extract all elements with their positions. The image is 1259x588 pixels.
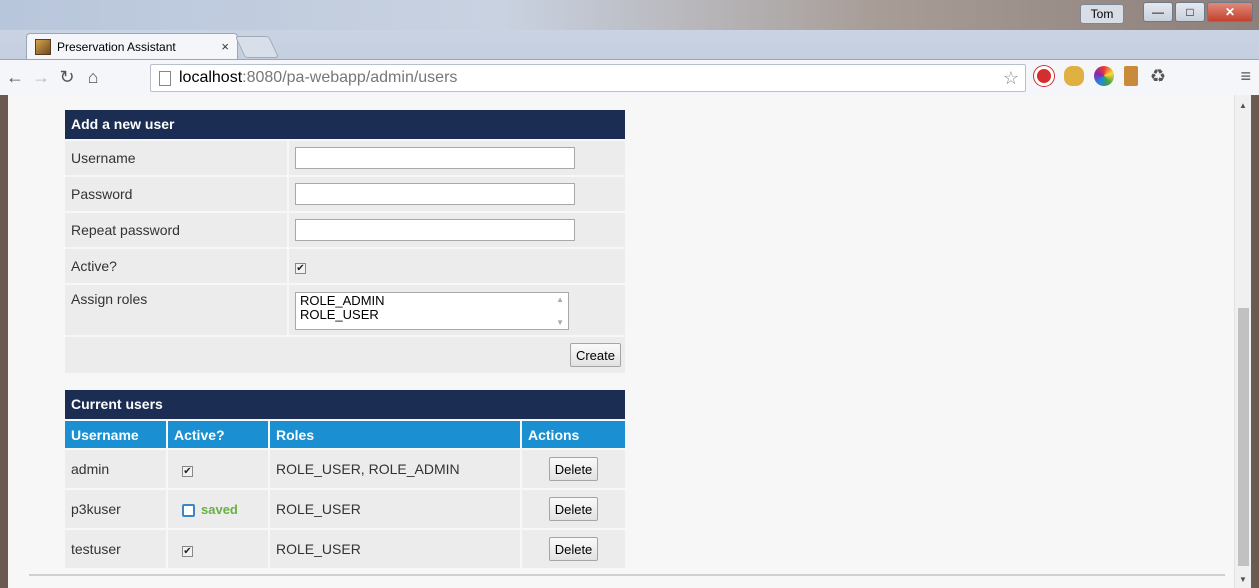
delete-button[interactable]: Delete [548, 497, 599, 521]
username-cell: p3kuser [65, 490, 166, 528]
column-header: Roles [270, 421, 520, 448]
url-text: localhost:8080/pa-webapp/admin/users [179, 69, 458, 86]
scroll-thumb[interactable] [1238, 308, 1249, 566]
column-header: Actions [522, 421, 625, 448]
repeat-password-label: Repeat password [65, 213, 287, 247]
reload-icon[interactable]: ↻ [56, 67, 78, 89]
current-users-title: Current users [65, 390, 625, 419]
roles-cell: ROLE_USER, ROLE_ADMIN [270, 450, 520, 488]
page-viewport: Add a new user Username Password Repeat … [8, 95, 1251, 588]
add-user-panel: Add a new user Username Password Repeat … [65, 110, 625, 375]
extension-cookie-icon[interactable] [1064, 66, 1084, 86]
roles-select[interactable]: ROLE_ADMIN ROLE_USER ▲ ▼ [295, 292, 569, 330]
add-user-title: Add a new user [65, 110, 625, 139]
active-checkbox[interactable]: ✔ [182, 546, 193, 557]
saved-status: saved [201, 502, 238, 517]
active-checkbox[interactable]: ✔ [295, 263, 306, 274]
page-icon [159, 70, 171, 86]
scroll-down-icon[interactable]: ▼ [556, 318, 564, 327]
scroll-up-icon[interactable]: ▲ [1239, 101, 1247, 110]
roles-cell: ROLE_USER [270, 490, 520, 528]
forward-icon[interactable]: → [30, 67, 52, 89]
assign-roles-label: Assign roles [65, 285, 287, 335]
extensions: ♻ [1034, 66, 1168, 86]
close-window-button[interactable]: ✕ [1207, 2, 1253, 22]
bookmark-star-icon[interactable]: ☆ [1003, 68, 1019, 89]
home-icon[interactable]: ⌂ [82, 67, 104, 89]
scroll-down-icon[interactable]: ▼ [1239, 575, 1247, 584]
extension-bookmark-icon[interactable] [1124, 66, 1138, 86]
minimize-button[interactable]: — [1143, 2, 1173, 22]
new-tab-button[interactable] [234, 36, 280, 58]
repeat-password-field[interactable] [295, 219, 575, 241]
maximize-button[interactable]: □ [1175, 2, 1205, 22]
browser-tab[interactable]: Preservation Assistant × [26, 33, 238, 59]
divider [29, 574, 1225, 576]
password-field[interactable] [295, 183, 575, 205]
current-users-panel: Current users Username Active? Roles Act… [65, 390, 625, 570]
favicon-icon [35, 38, 51, 55]
scrollbar[interactable]: ▲ ▼ [1234, 95, 1251, 588]
create-button[interactable]: Create [569, 343, 621, 367]
address-bar[interactable]: localhost:8080/pa-webapp/admin/users ☆ [150, 64, 1026, 92]
window-controls: — □ ✕ [1143, 2, 1253, 22]
delete-button[interactable]: Delete [548, 457, 599, 481]
users-table: Username Active? Roles Actions admin ✔ R… [63, 419, 627, 570]
active-label: Active? [65, 249, 287, 283]
browser-toolbar: ← → ↻ ⌂ localhost:8080/pa-webapp/admin/u… [0, 59, 1259, 95]
column-header: Username [65, 421, 166, 448]
browser-chrome: Tom — □ ✕ Preservation Assistant × ← → ↻… [0, 0, 1259, 95]
tab-title: Preservation Assistant [57, 39, 176, 54]
add-user-form: Username Password Repeat password Active… [63, 139, 627, 375]
table-row: testuser ✔ ROLE_USER Delete [65, 530, 625, 568]
column-header: Active? [168, 421, 268, 448]
table-row: p3kuser saved ROLE_USER Delete [65, 490, 625, 528]
title-bar [0, 0, 1259, 30]
active-checkbox[interactable]: ✔ [182, 466, 193, 477]
username-label: Username [65, 141, 287, 175]
adblock-icon[interactable] [1034, 66, 1054, 86]
scroll-up-icon[interactable]: ▲ [556, 295, 564, 304]
username-field[interactable] [295, 147, 575, 169]
roles-cell: ROLE_USER [270, 530, 520, 568]
profile-button[interactable]: Tom [1080, 4, 1124, 24]
password-label: Password [65, 177, 287, 211]
recycle-icon[interactable]: ♻ [1148, 66, 1168, 86]
tab-close-icon[interactable]: × [221, 39, 229, 54]
username-cell: admin [65, 450, 166, 488]
active-checkbox[interactable] [182, 503, 195, 517]
table-row: admin ✔ ROLE_USER, ROLE_ADMIN Delete [65, 450, 625, 488]
role-option[interactable]: ROLE_ADMIN [300, 294, 564, 308]
role-option[interactable]: ROLE_USER [300, 308, 564, 322]
delete-button[interactable]: Delete [548, 537, 599, 561]
back-icon[interactable]: ← [4, 67, 26, 89]
menu-icon[interactable]: ≡ [1240, 66, 1251, 87]
color-picker-icon[interactable] [1094, 66, 1114, 86]
username-cell: testuser [65, 530, 166, 568]
